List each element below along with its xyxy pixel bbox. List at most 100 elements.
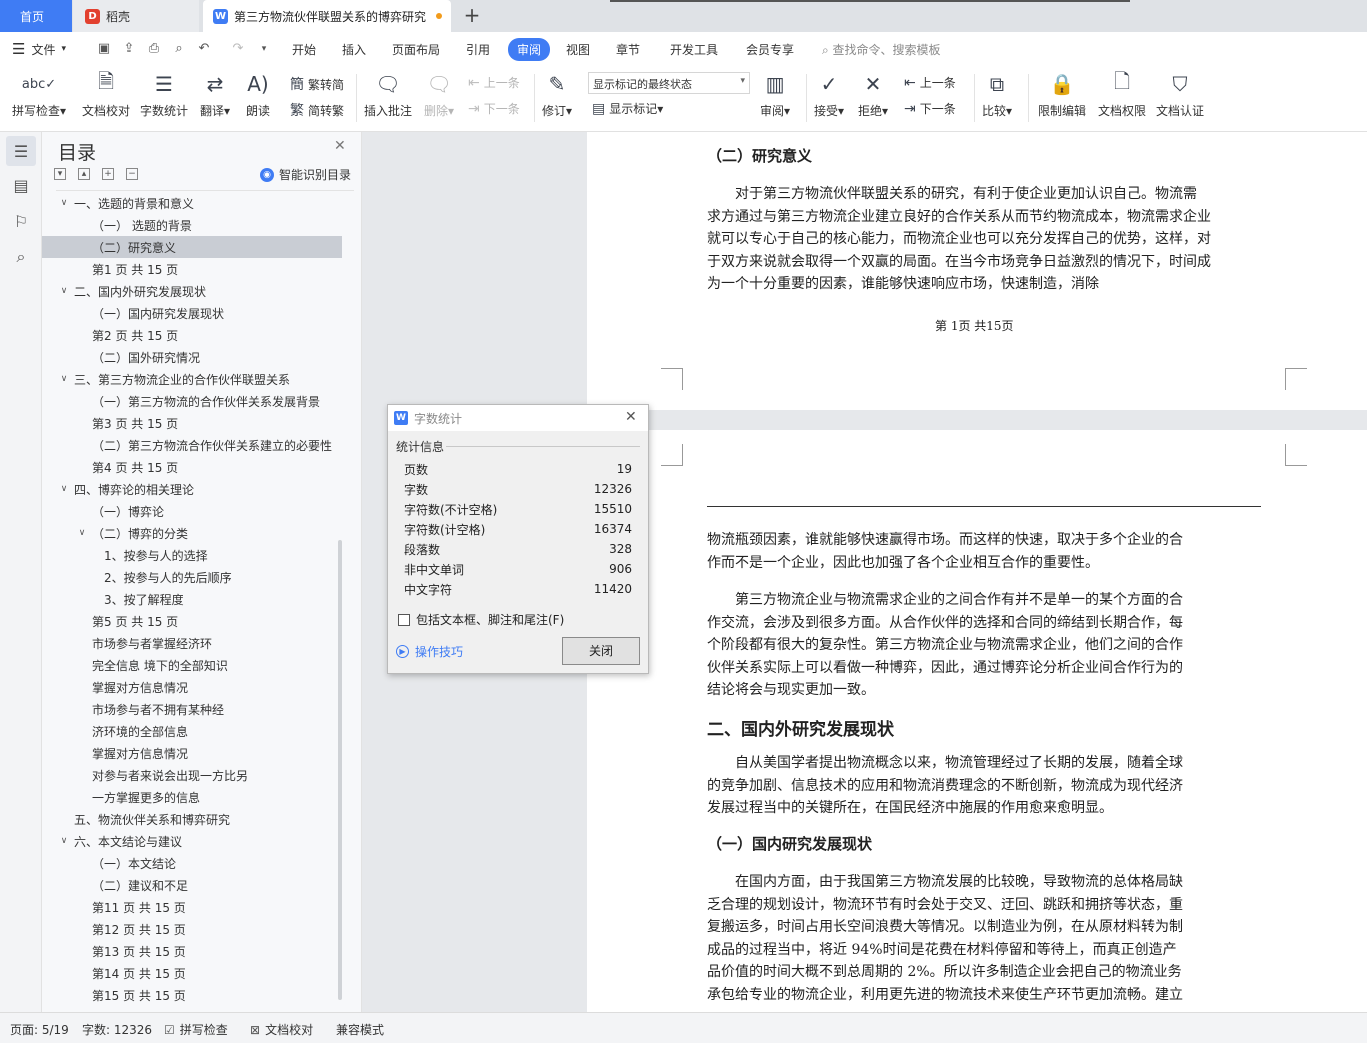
toc-item[interactable]: 济环境的全部信息 — [42, 720, 342, 742]
bookmark-icon[interactable]: ⚐ — [6, 206, 36, 236]
tab-start[interactable]: 开始 — [292, 41, 316, 58]
command-search[interactable]: ⌕ 查找命令、搜索模板 — [822, 41, 941, 58]
page-indicator[interactable]: 页面: 5/19 — [10, 1021, 69, 1038]
toc-caret-icon[interactable]: ∨ — [58, 286, 70, 296]
tips-link[interactable]: ▶ 操作技巧 — [396, 643, 463, 660]
toc-item[interactable]: 第11 页 共 15 页 — [42, 896, 342, 918]
toc-item[interactable]: 第3 页 共 15 页 — [42, 412, 342, 434]
toc-item[interactable]: 2、按参与人的先后顺序 — [42, 566, 342, 588]
toc-item[interactable]: （一）本文结论 — [42, 852, 342, 874]
remove-heading-icon[interactable]: − — [126, 168, 138, 180]
prev-change-button[interactable]: ⇤ 上一条 — [904, 74, 956, 91]
toc-item[interactable]: 市场参与者不拥有某种经 — [42, 698, 342, 720]
delete-comment-button[interactable]: 🗨 删除▾ — [424, 70, 454, 119]
toc-scrollbar[interactable] — [338, 540, 342, 1000]
toc-item[interactable]: 第4 页 共 15 页 — [42, 456, 342, 478]
close-icon[interactable]: ✕ — [334, 138, 346, 154]
simp-to-trad-button[interactable]: 繁简转繁 — [290, 100, 344, 120]
tab-developer[interactable]: 开发工具 — [670, 41, 718, 58]
accept-button[interactable]: ✓ 接受▾ — [814, 70, 844, 119]
toc-item[interactable]: 掌握对方信息情况 — [42, 676, 342, 698]
toc-item[interactable]: 第12 页 共 15 页 — [42, 918, 342, 940]
word-count-indicator[interactable]: 字数: 12326 — [82, 1021, 152, 1038]
close-icon[interactable]: ✕ — [625, 409, 637, 425]
checkbox-box[interactable] — [398, 613, 410, 626]
toc-item[interactable]: 3、按了解程度 — [42, 588, 342, 610]
doc-check-button[interactable]: 🗎 文档校对 — [82, 69, 130, 119]
revise-button[interactable]: ✎ 修订▾ — [542, 70, 572, 119]
print-preview-icon[interactable]: ⌕ — [171, 41, 187, 57]
expand-all-icon[interactable]: ▴ — [78, 168, 90, 180]
reject-button[interactable]: ✕ 拒绝▾ — [858, 70, 888, 119]
toc-item[interactable]: 第15 页 共 15 页 — [42, 984, 342, 1006]
toc-item[interactable]: 掌握对方信息情况 — [42, 742, 342, 764]
include-textbox-checkbox[interactable]: 包括文本框、脚注和尾注(F) — [398, 611, 564, 628]
toc-item[interactable]: 第14 页 共 15 页 — [42, 962, 342, 984]
tab-view[interactable]: 视图 — [566, 41, 590, 58]
spellcheck-button[interactable]: abc✓ 拼写检查▾ — [12, 70, 66, 119]
toc-item[interactable]: 五、物流伙伴关系和博弈研究 — [42, 808, 342, 830]
toc-item[interactable]: 第5 页 共 15 页 — [42, 610, 342, 632]
new-tab-button[interactable]: + — [460, 4, 484, 28]
toc-caret-icon[interactable]: ∨ — [58, 198, 70, 208]
add-heading-icon[interactable]: + — [102, 168, 114, 180]
tab-document[interactable]: W 第三方物流伙伴联盟关系的博弈研究 — [203, 0, 451, 32]
toc-item[interactable]: 完全信息 境下的全部知识 — [42, 654, 342, 676]
collapse-all-icon[interactable]: ▾ — [54, 168, 66, 180]
toc-item[interactable]: ∨ 二、国内外研究发展现状 — [42, 280, 342, 302]
file-menu-button[interactable]: ☰ 文件 ▾ — [12, 40, 66, 58]
next-comment-button[interactable]: ⇥ 下一条 — [468, 100, 520, 117]
tab-chapter[interactable]: 章节 — [616, 41, 640, 58]
toc-caret-icon[interactable]: ∨ — [58, 484, 70, 494]
markup-state-select[interactable]: 显示标记的最终状态 ▾ — [588, 72, 750, 94]
doc-permission-button[interactable]: 🗋 文档权限 — [1098, 69, 1146, 119]
toc-item[interactable]: 市场参与者掌握经济环 — [42, 632, 342, 654]
toc-item[interactable]: ∨ 四、博弈论的相关理论 — [42, 478, 342, 500]
toc-item[interactable]: （二）建议和不足 — [42, 874, 342, 896]
review-pane-button[interactable]: ▥ 审阅▾ — [760, 70, 790, 119]
toc-item[interactable]: 1、按参与人的选择 — [42, 544, 342, 566]
tab-member[interactable]: 会员专享 — [746, 41, 794, 58]
print-icon[interactable]: ⎙ — [146, 41, 162, 57]
redo-icon[interactable]: ↷ — [230, 41, 246, 57]
close-button[interactable]: 关闭 — [562, 637, 640, 665]
toc-item[interactable]: ∨ 一、选题的背景和意义 — [42, 192, 342, 214]
tab-insert[interactable]: 插入 — [342, 41, 366, 58]
compare-button[interactable]: ⧉ 比较▾ — [982, 70, 1012, 119]
search-icon[interactable]: ⌕ — [6, 242, 36, 272]
read-aloud-button[interactable]: A) 朗读 — [244, 70, 272, 119]
insert-comment-button[interactable]: 🗨 插入批注 — [364, 70, 412, 119]
toc-item[interactable]: ∨ 六、本文结论与建议 — [42, 830, 342, 852]
toc-item[interactable]: ∨ （二）博弈的分类 — [42, 522, 342, 544]
toc-item[interactable]: 第1 页 共 15 页 — [42, 258, 342, 280]
smart-toc-button[interactable]: ◉ 智能识别目录 — [260, 166, 351, 183]
toc-item[interactable]: 第13 页 共 15 页 — [42, 940, 342, 962]
tab-page-layout[interactable]: 页面布局 — [392, 41, 440, 58]
toc-caret-icon[interactable]: ∨ — [58, 836, 70, 846]
doc-auth-button[interactable]: ⛉ 文档认证 — [1156, 70, 1204, 119]
customize-icon[interactable]: ▾ — [256, 41, 272, 57]
show-markup-button[interactable]: ▤ 显示标记 ▾ — [592, 100, 663, 117]
toc-item[interactable]: （二）国外研究情况 — [42, 346, 342, 368]
dialog-titlebar[interactable]: W 字数统计 — [388, 405, 648, 431]
toc-item[interactable]: 一方掌握更多的信息 — [42, 786, 342, 808]
tab-daoke[interactable]: D 稻壳 — [73, 0, 199, 32]
toc-item[interactable]: 对参与者来说会出现一方比另 — [42, 764, 342, 786]
trad-to-simp-button[interactable]: 簡繁转简 — [290, 74, 344, 94]
doc-check-status[interactable]: ⊠ 文档校对 — [250, 1021, 313, 1038]
spellcheck-status[interactable]: ☑ 拼写检查 — [164, 1021, 228, 1038]
toc-item[interactable]: （一）博弈论 — [42, 500, 342, 522]
toc-caret-icon[interactable]: ∨ — [58, 374, 70, 384]
tab-references[interactable]: 引用 — [466, 41, 490, 58]
translate-button[interactable]: ⇄ 翻译▾ — [200, 70, 230, 119]
prev-comment-button[interactable]: ⇤ 上一条 — [468, 74, 520, 91]
tab-review[interactable]: 审阅 — [508, 38, 551, 61]
toc-item[interactable]: （一） 选题的背景 — [42, 214, 342, 236]
toc-item[interactable]: （二）研究意义 — [42, 236, 342, 258]
restrict-edit-button[interactable]: 🔒 限制编辑 — [1038, 70, 1086, 119]
undo-icon[interactable]: ↶ — [196, 41, 212, 57]
toc-icon[interactable]: ☰ — [6, 136, 36, 166]
tab-home[interactable]: 首页 — [0, 0, 72, 32]
navigation-icon[interactable]: ▤ — [6, 170, 36, 200]
toc-caret-icon[interactable]: ∨ — [76, 528, 88, 538]
